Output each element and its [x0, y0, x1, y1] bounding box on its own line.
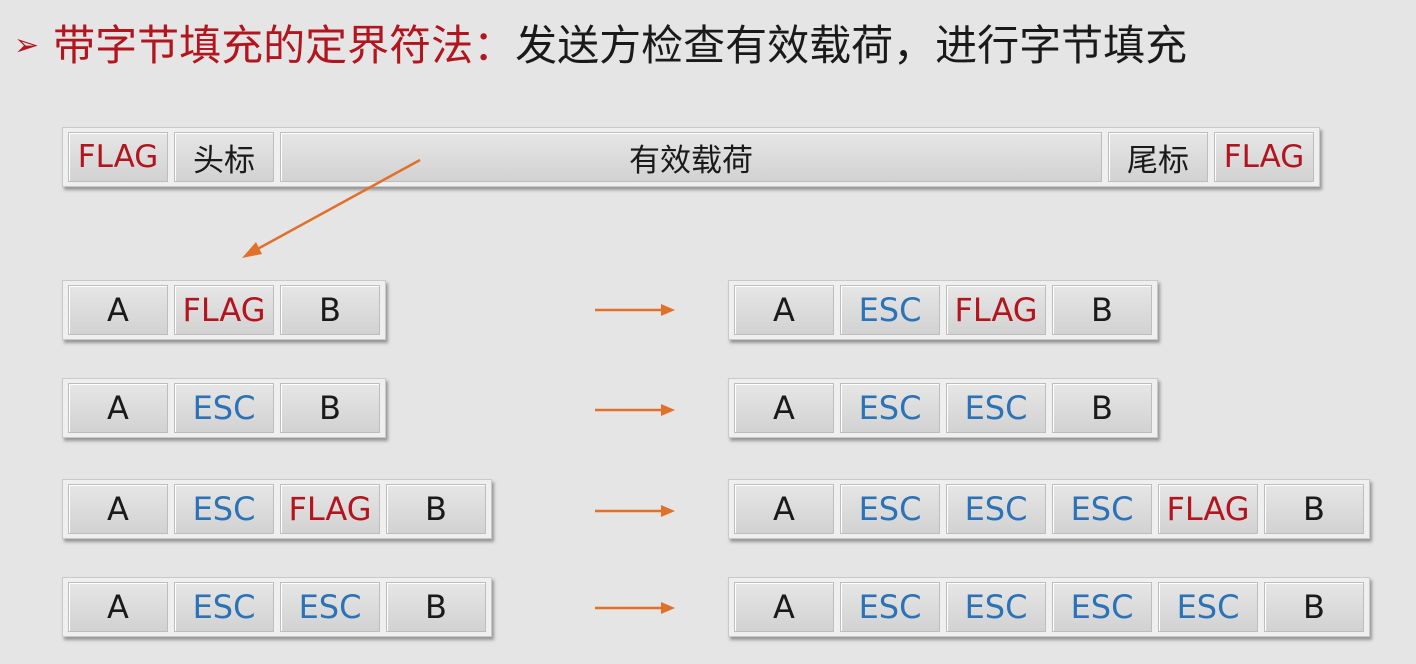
byte-cell-esc: ESC — [174, 582, 274, 632]
byte-cell-esc: ESC — [840, 383, 940, 433]
row-2-output: A ESC ESC B — [728, 378, 1158, 438]
byte-cell-esc: ESC — [946, 383, 1046, 433]
row-3-output: A ESC ESC ESC FLAG B — [728, 479, 1370, 539]
byte-cell-flag: FLAG — [174, 285, 274, 335]
row-4-arrow-icon — [595, 602, 675, 614]
byte-cell-esc: ESC — [280, 582, 380, 632]
byte-cell-a: A — [68, 285, 168, 335]
byte-cell-esc: ESC — [174, 484, 274, 534]
byte-cell-a: A — [734, 484, 834, 534]
byte-cell-b: B — [386, 582, 486, 632]
byte-cell-a: A — [734, 285, 834, 335]
byte-cell-b: B — [1264, 582, 1364, 632]
byte-cell-esc: ESC — [1052, 484, 1152, 534]
byte-cell-esc: ESC — [840, 285, 940, 335]
frame-header: 头标 — [174, 132, 274, 182]
frame-trailer: 尾标 — [1108, 132, 1208, 182]
byte-cell-a: A — [68, 484, 168, 534]
row-3-input: A ESC FLAG B — [62, 479, 492, 539]
byte-cell-esc: ESC — [1158, 582, 1258, 632]
frame-payload: 有效载荷 — [280, 132, 1102, 182]
title-heading: 带字节填充的定界符法： — [53, 21, 516, 70]
row-4-output: A ESC ESC ESC ESC B — [728, 577, 1370, 637]
bullet-arrow-icon: ➢ — [14, 28, 40, 63]
row-1-output: A ESC FLAG B — [728, 280, 1158, 340]
row-1-arrow-icon — [595, 304, 675, 316]
byte-cell-esc: ESC — [840, 582, 940, 632]
byte-cell-flag: FLAG — [1158, 484, 1258, 534]
page-title: ➢ 带字节填充的定界符法： 发送方检查有效载荷，进行字节填充 — [14, 16, 1187, 76]
byte-cell-flag: FLAG — [280, 484, 380, 534]
row-3-arrow-icon — [595, 505, 675, 517]
row-4-input: A ESC ESC B — [62, 577, 492, 637]
byte-cell-esc: ESC — [946, 582, 1046, 632]
byte-cell-a: A — [68, 383, 168, 433]
row-2-arrow-icon — [595, 404, 675, 416]
row-1-input: A FLAG B — [62, 280, 386, 340]
byte-cell-esc: ESC — [840, 484, 940, 534]
frame-flag-end: FLAG — [1214, 132, 1314, 182]
byte-cell-a: A — [68, 582, 168, 632]
byte-cell-a: A — [734, 582, 834, 632]
byte-cell-b: B — [1052, 383, 1152, 433]
byte-cell-esc: ESC — [174, 383, 274, 433]
title-description: 发送方检查有效载荷，进行字节填充 — [515, 21, 1188, 70]
byte-cell-flag: FLAG — [946, 285, 1046, 335]
byte-cell-b: B — [386, 484, 486, 534]
byte-cell-b: B — [280, 383, 380, 433]
byte-cell-b: B — [1264, 484, 1364, 534]
frame-flag-start: FLAG — [68, 132, 168, 182]
byte-cell-b: B — [280, 285, 380, 335]
byte-cell-esc: ESC — [1052, 582, 1152, 632]
byte-cell-esc: ESC — [946, 484, 1046, 534]
frame-structure: FLAG 头标 有效载荷 尾标 FLAG — [62, 127, 1320, 187]
byte-cell-a: A — [734, 383, 834, 433]
byte-cell-b: B — [1052, 285, 1152, 335]
row-2-input: A ESC B — [62, 378, 386, 438]
